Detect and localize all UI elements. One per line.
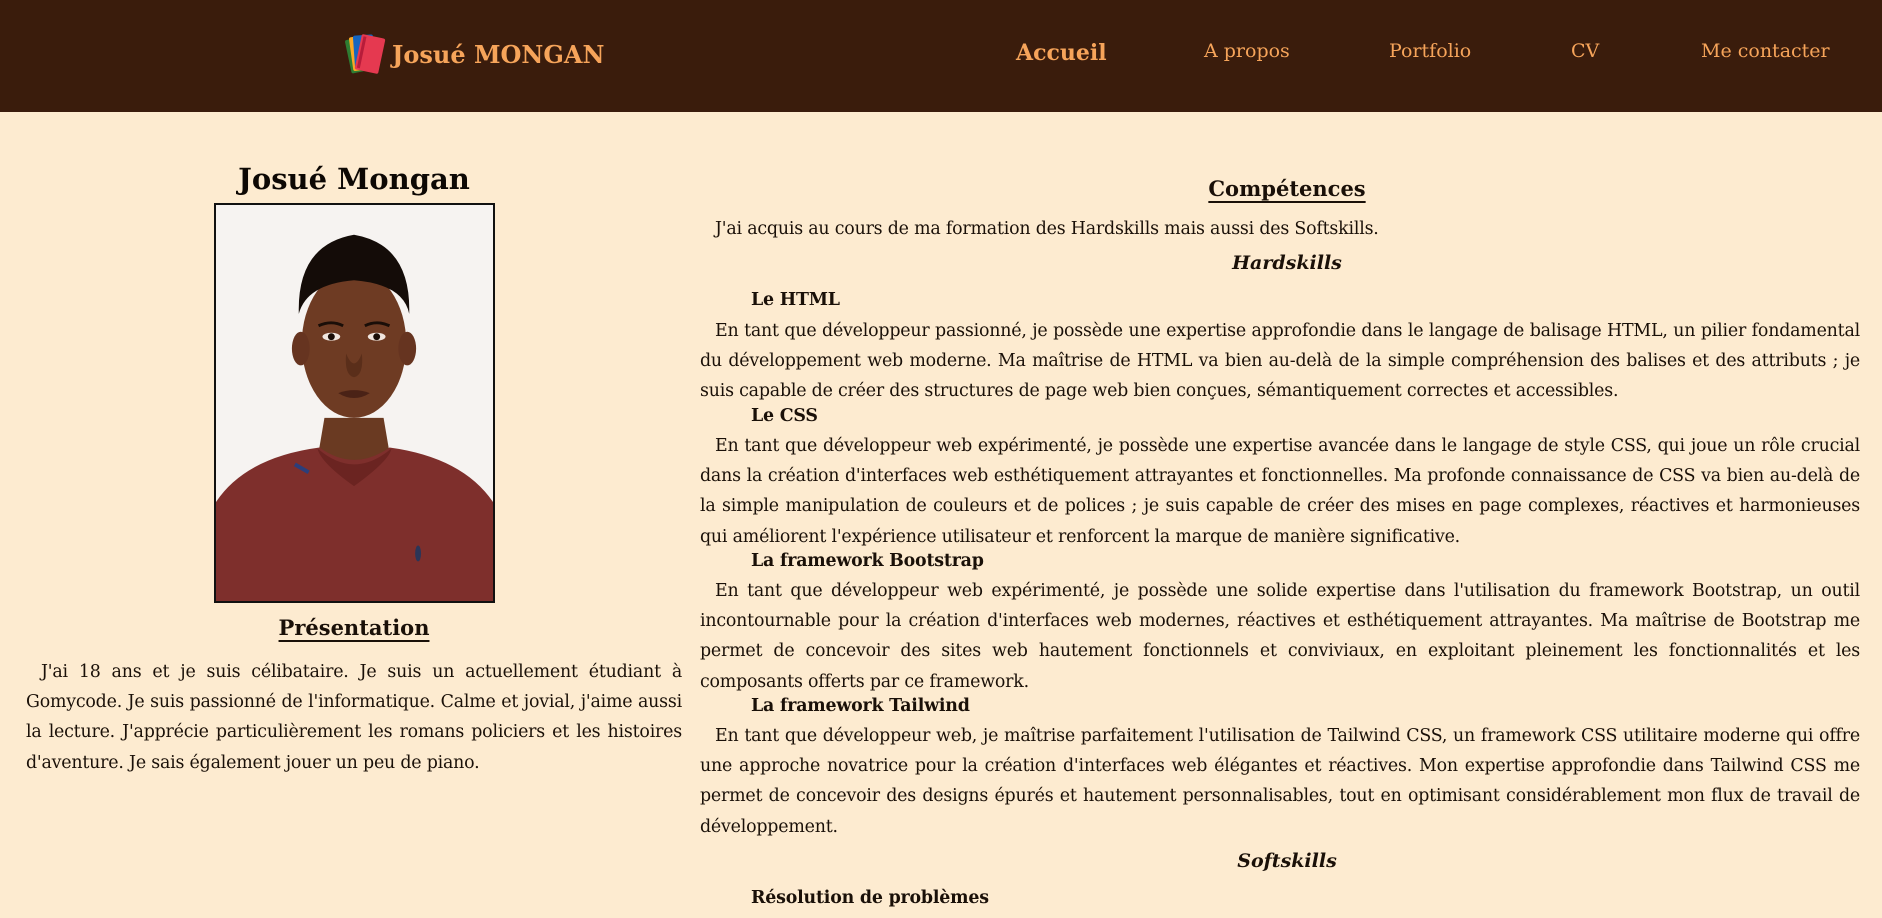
- nav-about[interactable]: A propos: [1204, 40, 1290, 62]
- person-name: Josué Mongan: [238, 162, 470, 196]
- presentation-text: J'ai 18 ans et je suis célibataire. Je s…: [26, 662, 682, 773]
- brand-name: Josué MONGAN: [392, 39, 605, 69]
- skill-title-problem-solving: Résolution de problèmes: [751, 888, 989, 908]
- portrait-photo: [214, 203, 495, 603]
- skill-text-html: En tant que développeur passionné, je po…: [700, 321, 1860, 402]
- skill-text-bootstrap: En tant que développeur web expérimenté,…: [700, 581, 1860, 692]
- nav-portfolio[interactable]: Portfolio: [1389, 40, 1471, 62]
- competences-intro: J'ai acquis au cours de ma formation des…: [715, 219, 1379, 239]
- nav-cv[interactable]: CV: [1571, 40, 1599, 62]
- skill-text-tailwind: En tant que développeur web, je maîtrise…: [700, 726, 1860, 837]
- competences-heading: Compétences: [1208, 176, 1366, 201]
- skill-text-css: En tant que développeur web expérimenté,…: [700, 436, 1860, 547]
- skill-title-bootstrap: La framework Bootstrap: [751, 551, 984, 571]
- portrait-illustration: [216, 205, 493, 601]
- nav-contact[interactable]: Me contacter: [1701, 40, 1830, 62]
- stack-of-books-icon: [345, 34, 386, 74]
- skill-title-css: Le CSS: [751, 406, 818, 426]
- softskills-heading: Softskills: [1237, 850, 1337, 872]
- nav-home[interactable]: Accueil: [1016, 40, 1107, 66]
- brand-link[interactable]: Josué MONGAN: [342, 30, 604, 78]
- skill-title-html: Le HTML: [751, 290, 840, 310]
- navbar: Josué MONGAN Accueil A propos Portfolio …: [0, 0, 1882, 112]
- presentation-heading: Présentation: [278, 615, 430, 640]
- skill-title-tailwind: La framework Tailwind: [751, 696, 970, 716]
- hardskills-heading: Hardskills: [1232, 252, 1342, 274]
